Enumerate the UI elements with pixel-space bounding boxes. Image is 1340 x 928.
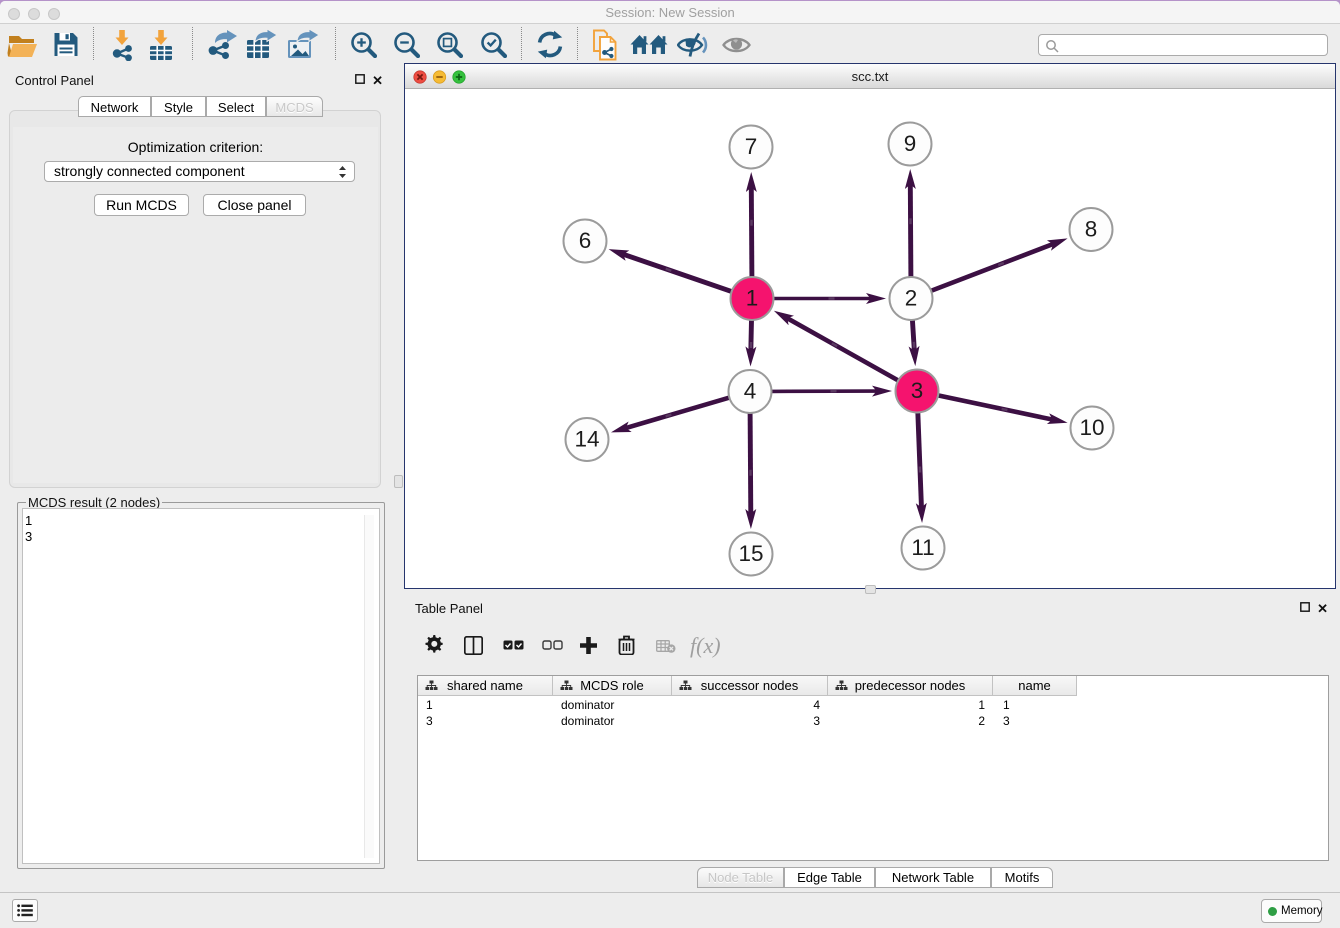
svg-text:10: 10	[1079, 415, 1104, 440]
svg-text:14: 14	[574, 427, 599, 452]
svg-text:3: 3	[911, 378, 924, 403]
svg-text:8: 8	[1085, 217, 1098, 242]
svg-text:15: 15	[738, 541, 763, 566]
svg-text:11: 11	[911, 535, 934, 560]
svg-text:1: 1	[746, 286, 759, 311]
svg-text:9: 9	[904, 131, 917, 156]
svg-text:2: 2	[905, 286, 918, 311]
svg-text:4: 4	[744, 379, 757, 404]
svg-text:7: 7	[745, 134, 758, 159]
svg-text:6: 6	[579, 228, 592, 253]
